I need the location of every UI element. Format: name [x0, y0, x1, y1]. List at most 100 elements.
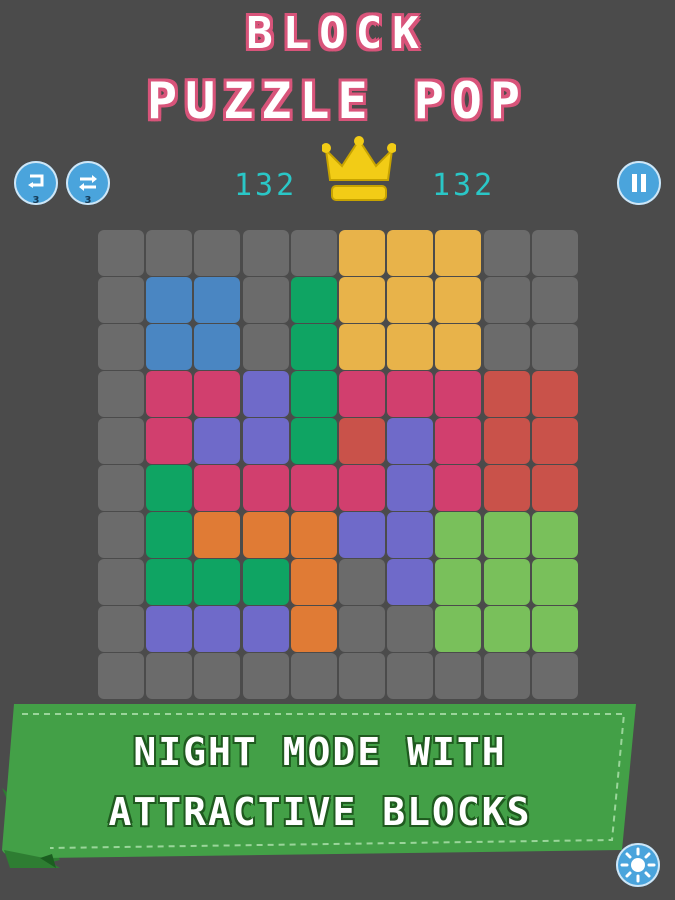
board-cell[interactable]: [531, 324, 578, 370]
board-cell[interactable]: [531, 277, 578, 323]
board-cell[interactable]: [242, 465, 289, 511]
board-cell[interactable]: [146, 418, 193, 464]
board-cell[interactable]: [339, 324, 385, 370]
board-cell[interactable]: [98, 324, 144, 370]
board-cell[interactable]: [290, 371, 337, 417]
board-cell[interactable]: [339, 653, 385, 699]
board-cell[interactable]: [435, 559, 482, 605]
board-cell[interactable]: [387, 512, 434, 558]
board-cell[interactable]: [290, 512, 337, 558]
board-cell[interactable]: [387, 230, 434, 276]
board-cell[interactable]: [194, 418, 241, 464]
board-cell[interactable]: [290, 418, 337, 464]
board-cell[interactable]: [146, 465, 193, 511]
board-cell[interactable]: [242, 324, 289, 370]
board-cell[interactable]: [531, 371, 578, 417]
board-cell[interactable]: [483, 559, 530, 605]
undo-button[interactable]: 3: [14, 161, 58, 206]
board-cell[interactable]: [483, 230, 530, 276]
board-cell[interactable]: [98, 653, 144, 699]
board-cell[interactable]: [290, 653, 337, 699]
board-cell[interactable]: [98, 606, 144, 652]
board-cell[interactable]: [98, 465, 144, 511]
board-cell[interactable]: [531, 653, 578, 699]
board-cell[interactable]: [194, 277, 241, 323]
board-cell[interactable]: [146, 512, 193, 558]
board-cell[interactable]: [146, 277, 193, 323]
board-cell[interactable]: [531, 465, 578, 511]
board-cell[interactable]: [435, 606, 482, 652]
board-cell[interactable]: [339, 606, 385, 652]
board-cell[interactable]: [98, 418, 144, 464]
board-cell[interactable]: [98, 512, 144, 558]
board-cell[interactable]: [483, 606, 530, 652]
board-cell[interactable]: [339, 277, 385, 323]
night-mode-button[interactable]: [616, 843, 660, 887]
board-cell[interactable]: [339, 512, 385, 558]
swap-button[interactable]: 3: [66, 161, 110, 206]
board-cell[interactable]: [146, 653, 193, 699]
board-cell[interactable]: [290, 559, 337, 605]
board-cell[interactable]: [531, 606, 578, 652]
board-cell[interactable]: [483, 277, 530, 323]
board-cell[interactable]: [194, 230, 241, 276]
board-cell[interactable]: [194, 653, 241, 699]
board-cell[interactable]: [194, 324, 241, 370]
board-cell[interactable]: [290, 324, 337, 370]
board-cell[interactable]: [339, 465, 385, 511]
board-cell[interactable]: [242, 653, 289, 699]
board-cell[interactable]: [98, 230, 144, 276]
board-cell[interactable]: [483, 371, 530, 417]
board-cell[interactable]: [290, 606, 337, 652]
board-cell[interactable]: [435, 418, 482, 464]
board-cell[interactable]: [483, 324, 530, 370]
board-cell[interactable]: [531, 230, 578, 276]
board-cell[interactable]: [483, 512, 530, 558]
board-cell[interactable]: [339, 418, 385, 464]
board-cell[interactable]: [435, 653, 482, 699]
board-cell[interactable]: [435, 512, 482, 558]
board-cell[interactable]: [339, 371, 385, 417]
board-cell[interactable]: [435, 465, 482, 511]
board-cell[interactable]: [435, 277, 482, 323]
board-cell[interactable]: [146, 606, 193, 652]
board-cell[interactable]: [242, 230, 289, 276]
board-cell[interactable]: [194, 512, 241, 558]
board-cell[interactable]: [531, 559, 578, 605]
board-cell[interactable]: [387, 606, 434, 652]
board-cell[interactable]: [290, 465, 337, 511]
board-cell[interactable]: [435, 371, 482, 417]
board-cell[interactable]: [387, 371, 434, 417]
board-cell[interactable]: [387, 324, 434, 370]
board-cell[interactable]: [194, 559, 241, 605]
board-cell[interactable]: [290, 230, 337, 276]
board-cell[interactable]: [483, 653, 530, 699]
board-cell[interactable]: [531, 512, 578, 558]
board-cell[interactable]: [531, 418, 578, 464]
board-cell[interactable]: [98, 371, 144, 417]
board-cell[interactable]: [242, 277, 289, 323]
pause-button[interactable]: [617, 161, 661, 205]
board-cell[interactable]: [194, 371, 241, 417]
board-cell[interactable]: [339, 559, 385, 605]
board-cell[interactable]: [146, 371, 193, 417]
board-cell[interactable]: [387, 465, 434, 511]
board-cell[interactable]: [242, 418, 289, 464]
board-cell[interactable]: [387, 277, 434, 323]
board-cell[interactable]: [387, 418, 434, 464]
game-board[interactable]: [98, 230, 580, 700]
board-cell[interactable]: [194, 606, 241, 652]
board-cell[interactable]: [387, 653, 434, 699]
board-cell[interactable]: [435, 230, 482, 276]
board-cell[interactable]: [339, 230, 385, 276]
board-cell[interactable]: [242, 371, 289, 417]
board-cell[interactable]: [98, 277, 144, 323]
board-cell[interactable]: [98, 559, 144, 605]
board-cell[interactable]: [194, 465, 241, 511]
board-cell[interactable]: [483, 418, 530, 464]
board-cell[interactable]: [242, 559, 289, 605]
board-cell[interactable]: [435, 324, 482, 370]
board-cell[interactable]: [242, 512, 289, 558]
board-cell[interactable]: [146, 324, 193, 370]
board-cell[interactable]: [387, 559, 434, 605]
